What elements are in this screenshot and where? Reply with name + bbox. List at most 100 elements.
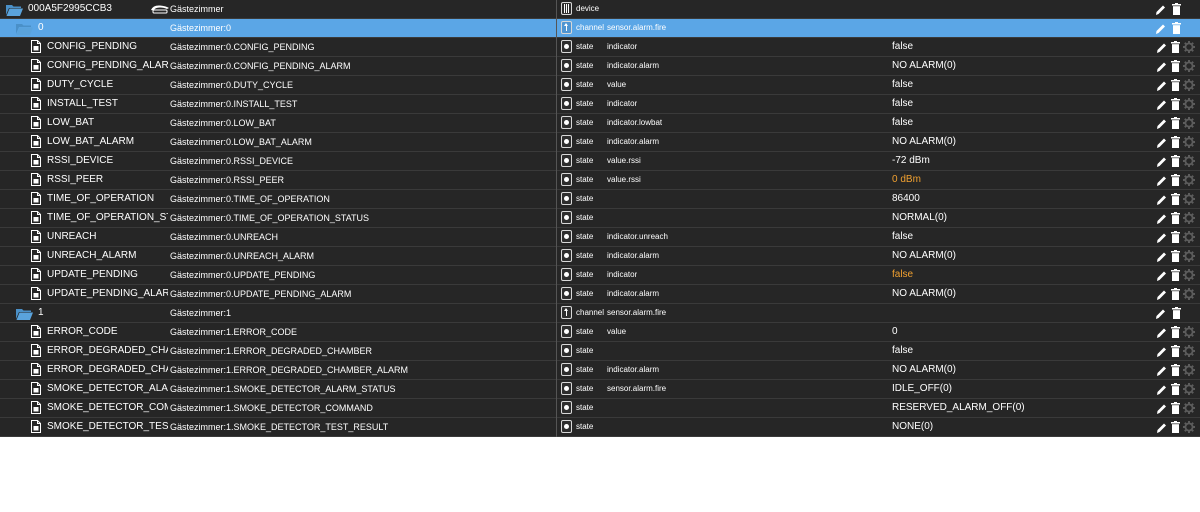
gear-icon[interactable] xyxy=(1183,212,1195,224)
pencil-icon[interactable] xyxy=(1156,364,1167,377)
tree-row-state[interactable]: TIME_OF_OPERATION Gästezimmer:0.TIME_OF_O… xyxy=(0,190,1200,209)
gear-icon[interactable] xyxy=(1183,269,1195,281)
trash-icon[interactable] xyxy=(1172,22,1181,34)
gear-icon[interactable] xyxy=(1183,155,1195,167)
trash-icon[interactable] xyxy=(1171,326,1180,338)
tree-row-state[interactable]: INSTALL_TEST Gästezimmer:0.INSTALL_TEST st… xyxy=(0,95,1200,114)
tree-row-state[interactable]: UNREACH Gästezimmer:0.UNREACH state indicat… xyxy=(0,228,1200,247)
object-value[interactable]: 86400 xyxy=(892,190,920,208)
pencil-icon[interactable] xyxy=(1156,98,1167,111)
trash-icon[interactable] xyxy=(1171,136,1180,148)
gear-icon[interactable] xyxy=(1183,98,1195,110)
object-value[interactable]: false xyxy=(892,95,913,113)
object-value[interactable]: 0 xyxy=(892,323,898,341)
gear-icon[interactable] xyxy=(1183,250,1195,262)
gear-icon[interactable] xyxy=(1183,174,1195,186)
object-value[interactable]: NO ALARM(0) xyxy=(892,57,956,75)
tree-row-channel[interactable]: 1 Gästezimmer:1 channel sensor.alarm.fire xyxy=(0,304,1200,323)
folder-icon[interactable] xyxy=(16,23,33,35)
gear-icon[interactable] xyxy=(1183,60,1195,72)
tree-row-state[interactable]: SMOKE_DETECTOR_TEST_RESGästezimmer:1.SMO… xyxy=(0,418,1200,437)
trash-icon[interactable] xyxy=(1171,288,1180,300)
pencil-icon[interactable] xyxy=(1156,117,1167,130)
pencil-icon[interactable] xyxy=(1156,326,1167,339)
gear-icon[interactable] xyxy=(1183,231,1195,243)
trash-icon[interactable] xyxy=(1171,174,1180,186)
gear-icon[interactable] xyxy=(1183,402,1195,414)
tree-row-device[interactable]: 000A5F2995CCB3 Gästezimmer device xyxy=(0,0,1200,19)
pencil-icon[interactable] xyxy=(1156,193,1167,206)
tree-row-state[interactable]: RSSI_DEVICE Gästezimmer:0.RSSI_DEVICE stat… xyxy=(0,152,1200,171)
trash-icon[interactable] xyxy=(1171,98,1180,110)
trash-icon[interactable] xyxy=(1171,345,1180,357)
tree-row-channel[interactable]: 0 Gästezimmer:0 channel sensor.alarm.fire xyxy=(0,19,1200,38)
trash-icon[interactable] xyxy=(1171,117,1180,129)
pencil-icon[interactable] xyxy=(1156,345,1167,358)
object-value[interactable]: NORMAL(0) xyxy=(892,209,947,227)
tree-row-state[interactable]: RSSI_PEER Gästezimmer:0.RSSI_PEER state val… xyxy=(0,171,1200,190)
gear-icon[interactable] xyxy=(1183,326,1195,338)
object-value[interactable]: false xyxy=(892,114,913,132)
trash-icon[interactable] xyxy=(1171,269,1180,281)
pencil-icon[interactable] xyxy=(1155,22,1166,35)
object-value[interactable]: NONE(0) xyxy=(892,418,933,436)
pencil-icon[interactable] xyxy=(1156,60,1167,73)
tree-row-state[interactable]: LOW_BAT Gästezimmer:0.LOW_BAT state indicat… xyxy=(0,114,1200,133)
pencil-icon[interactable] xyxy=(1156,383,1167,396)
object-value[interactable]: false xyxy=(892,38,913,56)
pencil-icon[interactable] xyxy=(1156,136,1167,149)
object-value[interactable]: false xyxy=(892,228,913,246)
folder-icon[interactable] xyxy=(6,4,23,16)
pencil-icon[interactable] xyxy=(1156,250,1167,263)
pencil-icon[interactable] xyxy=(1156,155,1167,168)
trash-icon[interactable] xyxy=(1172,3,1181,15)
gear-icon[interactable] xyxy=(1183,79,1195,91)
pencil-icon[interactable] xyxy=(1156,269,1167,282)
trash-icon[interactable] xyxy=(1171,79,1180,91)
tree-row-state[interactable]: SMOKE_DETECTOR_COMMAGästezimmer:1.SMOKE_… xyxy=(0,399,1200,418)
pencil-icon[interactable] xyxy=(1156,79,1167,92)
trash-icon[interactable] xyxy=(1171,231,1180,243)
pencil-icon[interactable] xyxy=(1155,3,1166,16)
tree-row-state[interactable]: ERROR_DEGRADED_CHAMBIGästezimmer:1.ERROR… xyxy=(0,342,1200,361)
tree-row-state[interactable]: UPDATE_PENDING_ALARM Gästezimmer:0.UPDATE… xyxy=(0,285,1200,304)
trash-icon[interactable] xyxy=(1171,41,1180,53)
tree-row-state[interactable]: UPDATE_PENDING Gästezimmer:0.UPDATE_PENDI… xyxy=(0,266,1200,285)
gear-icon[interactable] xyxy=(1183,117,1195,129)
object-value[interactable]: RESERVED_ALARM_OFF(0) xyxy=(892,399,1025,417)
trash-icon[interactable] xyxy=(1171,155,1180,167)
tree-row-state[interactable]: SMOKE_DETECTOR_ALARM_:Gästezimmer:1.SMOK… xyxy=(0,380,1200,399)
object-value[interactable]: NO ALARM(0) xyxy=(892,247,956,265)
object-value[interactable]: IDLE_OFF(0) xyxy=(892,380,952,398)
pencil-icon[interactable] xyxy=(1156,41,1167,54)
trash-icon[interactable] xyxy=(1171,212,1180,224)
gear-icon[interactable] xyxy=(1183,421,1195,433)
trash-icon[interactable] xyxy=(1171,250,1180,262)
pencil-icon[interactable] xyxy=(1156,288,1167,301)
object-value[interactable]: 0 dBm xyxy=(892,171,921,189)
folder-icon[interactable] xyxy=(16,308,33,320)
pencil-icon[interactable] xyxy=(1156,212,1167,225)
trash-icon[interactable] xyxy=(1171,421,1180,433)
trash-icon[interactable] xyxy=(1171,364,1180,376)
trash-icon[interactable] xyxy=(1171,193,1180,205)
pencil-icon[interactable] xyxy=(1156,174,1167,187)
trash-icon[interactable] xyxy=(1171,402,1180,414)
tree-row-state[interactable]: DUTY_CYCLE Gästezimmer:0.DUTY_CYCLE state v… xyxy=(0,76,1200,95)
tree-row-state[interactable]: TIME_OF_OPERATION_STATUGästezimmer:0.TIM… xyxy=(0,209,1200,228)
object-value[interactable]: false xyxy=(892,342,913,360)
object-value[interactable]: false xyxy=(892,266,913,284)
pencil-icon[interactable] xyxy=(1155,307,1166,320)
object-value[interactable]: NO ALARM(0) xyxy=(892,361,956,379)
pencil-icon[interactable] xyxy=(1156,231,1167,244)
gear-icon[interactable] xyxy=(1183,41,1195,53)
gear-icon[interactable] xyxy=(1183,136,1195,148)
pencil-icon[interactable] xyxy=(1156,402,1167,415)
tree-row-state[interactable]: LOW_BAT_ALARM Gästezimmer:0.LOW_BAT_ALARM… xyxy=(0,133,1200,152)
gear-icon[interactable] xyxy=(1183,364,1195,376)
tree-row-state[interactable]: ERROR_DEGRADED_CHAMBIGästezimmer:1.ERROR… xyxy=(0,361,1200,380)
object-value[interactable]: -72 dBm xyxy=(892,152,930,170)
object-value[interactable]: false xyxy=(892,76,913,94)
pencil-icon[interactable] xyxy=(1156,421,1167,434)
tree-row-state[interactable]: CONFIG_PENDING_ALARM Gästezimmer:0.CONFIG… xyxy=(0,57,1200,76)
